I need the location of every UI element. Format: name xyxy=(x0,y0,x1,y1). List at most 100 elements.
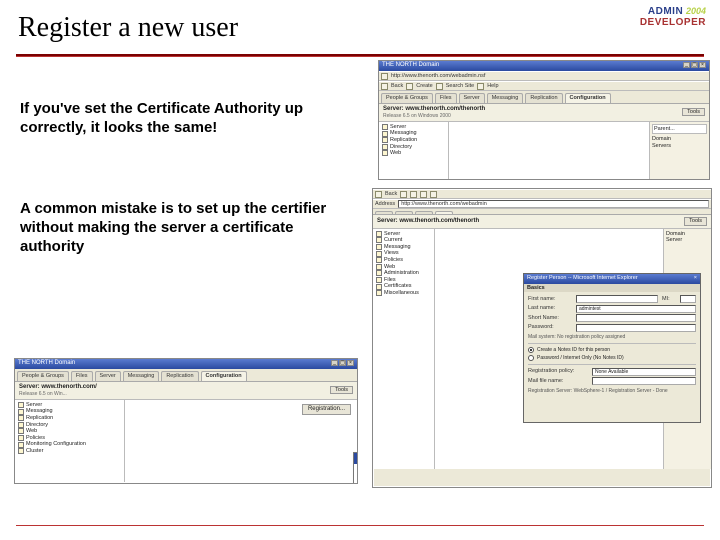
winB-tab[interactable] xyxy=(395,211,413,214)
folder-icon xyxy=(376,277,382,283)
tab-configuration[interactable]: Configuration xyxy=(565,93,611,103)
right-domain[interactable]: Domain xyxy=(666,231,709,238)
radio-icon xyxy=(528,347,534,353)
tree-item[interactable]: Messaging xyxy=(375,244,432,251)
tree-web[interactable]: Web xyxy=(381,150,446,157)
create-icon xyxy=(406,83,413,90)
winB-tree: Server Current Messaging Views Policies … xyxy=(373,229,435,469)
shortname-label: Short Name: xyxy=(528,315,572,322)
tab-messaging[interactable]: Messaging xyxy=(487,93,524,103)
folder-icon xyxy=(382,144,388,150)
tree-directory[interactable]: Directory xyxy=(381,144,446,151)
tree-server[interactable]: Server xyxy=(381,124,446,131)
folder-icon xyxy=(18,422,24,428)
winA-create[interactable]: Create xyxy=(416,83,433,90)
tree-item[interactable]: Web xyxy=(375,264,432,271)
winB-url[interactable]: http://www.thenorth.com/webadmin xyxy=(398,200,709,209)
tree-item[interactable]: Directory xyxy=(17,422,122,429)
winA-back[interactable]: Back xyxy=(391,83,403,90)
tree-item[interactable]: Files xyxy=(375,277,432,284)
folder-icon xyxy=(376,237,382,243)
tab-configuration[interactable]: Configuration xyxy=(201,371,247,381)
winA-titlebar: THE NORTH Domain _▢× xyxy=(379,61,709,71)
folder-icon xyxy=(18,448,24,454)
search-icon xyxy=(436,83,443,90)
password-label: Password: xyxy=(528,324,572,331)
tab-server[interactable]: Server xyxy=(95,371,121,381)
tab-people-groups[interactable]: People & Groups xyxy=(381,93,433,103)
tree-item[interactable]: Administration xyxy=(375,270,432,277)
tools-button[interactable]: Tools xyxy=(684,217,707,226)
folder-icon xyxy=(376,257,382,263)
winB-back[interactable]: Back xyxy=(385,191,397,198)
winB-tab[interactable] xyxy=(415,211,433,214)
winC-tabs: People & Groups Files Server Messaging R… xyxy=(15,369,357,382)
help-icon xyxy=(477,83,484,90)
folder-icon xyxy=(376,251,382,257)
winA-url: http://www.thenorth.com/webadmin.nsf xyxy=(391,73,485,80)
tools-button[interactable]: Tools xyxy=(330,386,353,395)
tree-item[interactable]: Cluster xyxy=(17,448,122,455)
dialog-title: Register Person -- Microsoft Internet Ex… xyxy=(527,275,638,283)
tab-replication[interactable]: Replication xyxy=(525,93,562,103)
close-icon[interactable]: × xyxy=(694,275,697,283)
tree-item[interactable]: Views xyxy=(375,250,432,257)
tree-item[interactable]: Policies xyxy=(375,257,432,264)
tree-item[interactable]: Web xyxy=(17,428,122,435)
tree-item[interactable]: Certificates xyxy=(375,283,432,290)
winA-help[interactable]: Help xyxy=(487,83,498,90)
search-icon xyxy=(430,191,437,198)
mi-input[interactable] xyxy=(680,295,696,303)
radio-notes-id[interactable]: Create a Notes ID for this person xyxy=(528,347,696,353)
tools-button[interactable]: Tools xyxy=(682,108,705,117)
password-input[interactable] xyxy=(576,324,696,332)
footer-rule xyxy=(16,525,704,526)
tree-item[interactable]: Server xyxy=(375,231,432,238)
register-person-dialog: Register Person -- Microsoft Internet Ex… xyxy=(523,273,701,423)
winB-tab[interactable] xyxy=(375,211,393,214)
winA-search[interactable]: Search Site xyxy=(446,83,474,90)
tree-item[interactable]: Messaging xyxy=(17,408,122,415)
firstname-label: First name: xyxy=(528,296,572,303)
winA-split: Server Messaging Replication Directory W… xyxy=(379,122,709,180)
firstname-input[interactable] xyxy=(576,295,658,303)
right-domain[interactable]: Domain xyxy=(652,136,707,143)
server-release: Release 6.5 on Windows 2000 xyxy=(383,113,485,119)
tab-people-groups[interactable]: People & Groups xyxy=(17,371,69,381)
screenshot-large: Back Address http://www.thenorth.com/web… xyxy=(372,188,712,488)
winB-tab[interactable] xyxy=(435,211,453,214)
server-label: Server: xyxy=(19,384,40,390)
tree-messaging[interactable]: Messaging xyxy=(381,130,446,137)
tab-messaging[interactable]: Messaging xyxy=(123,371,160,381)
mailfile-input[interactable] xyxy=(592,377,696,385)
winB-toolbar: Back xyxy=(373,189,711,199)
ctx-person[interactable]: Person... xyxy=(354,453,358,464)
tab-server[interactable]: Server xyxy=(459,93,485,103)
lastname-input[interactable]: admintest xyxy=(576,305,696,313)
right-server[interactable]: Server xyxy=(666,237,709,244)
ctx-org-unit[interactable]: Organizational Unit... xyxy=(354,475,358,484)
folder-icon xyxy=(18,435,24,441)
tree-item[interactable]: Server xyxy=(17,402,122,409)
shortname-input[interactable] xyxy=(576,314,696,322)
tree-item[interactable]: Current xyxy=(375,237,432,244)
regserver-label: Registration Server xyxy=(528,388,571,394)
tab-replication[interactable]: Replication xyxy=(161,371,198,381)
basics-header: Basics xyxy=(524,284,700,293)
tree-replication[interactable]: Replication xyxy=(381,137,446,144)
ctx-server[interactable]: Server... xyxy=(354,464,358,475)
tree-item[interactable]: Replication xyxy=(17,415,122,422)
tree-item[interactable]: Miscellaneous xyxy=(375,290,432,297)
globe-icon xyxy=(381,73,388,80)
back-icon xyxy=(375,191,382,198)
paragraph-1: If you've set the Certificate Authority … xyxy=(20,100,340,138)
tab-files[interactable]: Files xyxy=(435,93,457,103)
registration-button[interactable]: Registration... xyxy=(302,404,351,415)
right-servers[interactable]: Servers xyxy=(652,143,707,150)
policy-select[interactable]: None Available xyxy=(592,368,696,376)
tree-item[interactable]: Monitoring Configuration xyxy=(17,441,122,448)
winA-right: Parent... Domain Servers xyxy=(649,122,709,180)
tab-files[interactable]: Files xyxy=(71,371,93,381)
tree-item[interactable]: Policies xyxy=(17,435,122,442)
radio-internet-only[interactable]: Password / Internet Only (No Notes ID) xyxy=(528,355,696,361)
